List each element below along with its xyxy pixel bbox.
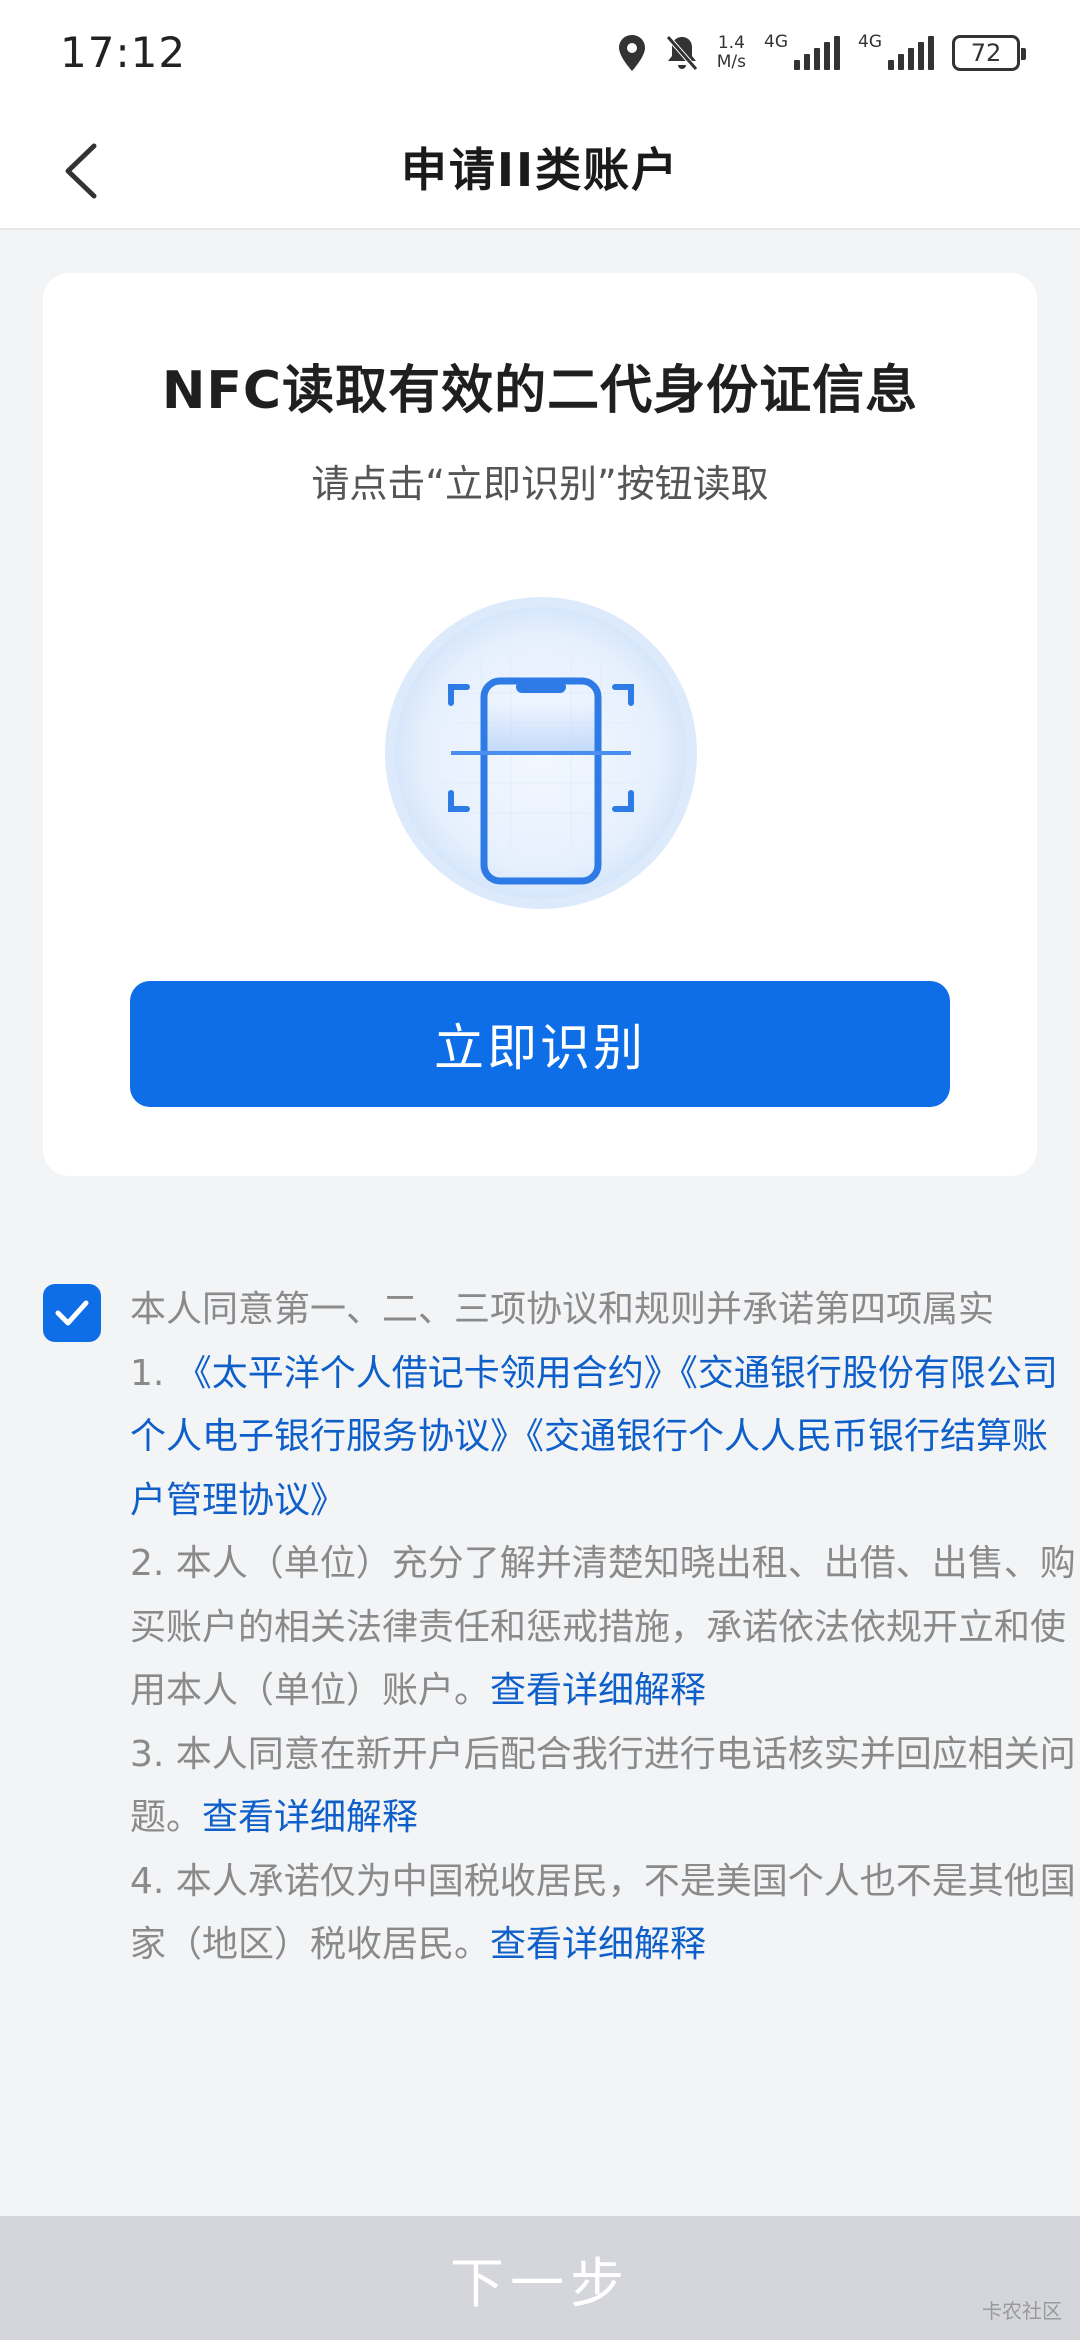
nfc-card: NFC读取有效的二代身份证信息 请点击“立即识别”按钮读取 立即识别: [43, 273, 1037, 1176]
agreement-intro: 本人同意第一、二、三项协议和规则并承诺第四项属实: [130, 1289, 995, 1330]
battery-icon: 72: [952, 34, 1026, 71]
link-item2-details[interactable]: 查看详细解释: [490, 1670, 706, 1711]
bell-off-icon: [665, 34, 698, 71]
identify-now-button[interactable]: 立即识别: [130, 981, 950, 1107]
nav-bar: 申请II类账户: [0, 105, 1080, 230]
watermark: 卡农社区: [982, 2299, 1062, 2323]
signal-icon: 4G: [858, 32, 934, 70]
status-time: 17:12: [60, 28, 187, 77]
network-speed: 1.4 M/s: [716, 32, 746, 72]
card-title: NFC读取有效的二代身份证信息: [161, 361, 919, 421]
bottom-bar: 下一步 卡农社区: [0, 2216, 1080, 2340]
link-item3-details[interactable]: 查看详细解释: [202, 1797, 418, 1838]
phone-nfc-scan-icon: [385, 597, 697, 909]
status-icons: 1.4 M/s 4G 4G 72: [617, 32, 1026, 72]
card-subtitle: 请点击“立即识别”按钮读取: [311, 462, 769, 506]
back-button[interactable]: [55, 141, 105, 201]
agreement-text: 本人同意第一、二、三项协议和规则并承诺第四项属实 1. 《太平洋个人借记卡领用合…: [130, 1278, 1080, 1977]
link-debit-card-contract[interactable]: 《太平洋个人借记卡领用合约》: [176, 1353, 680, 1394]
page-title: 申请II类账户: [400, 142, 680, 197]
battery-level: 72: [970, 38, 1002, 67]
check-icon: [55, 1300, 89, 1326]
signal-icon: 4G: [764, 32, 840, 70]
link-item4-details[interactable]: 查看详细解释: [490, 1924, 706, 1965]
agreement-item1-prefix: 1.: [130, 1352, 176, 1394]
agreement-checkbox[interactable]: [43, 1284, 101, 1342]
status-bar: 17:12 1.4 M/s 4G 4G 72: [0, 0, 1080, 105]
next-step-button[interactable]: 下一步: [450, 2239, 630, 2318]
location-icon: [618, 34, 645, 71]
chevron-left-icon: [65, 143, 97, 199]
